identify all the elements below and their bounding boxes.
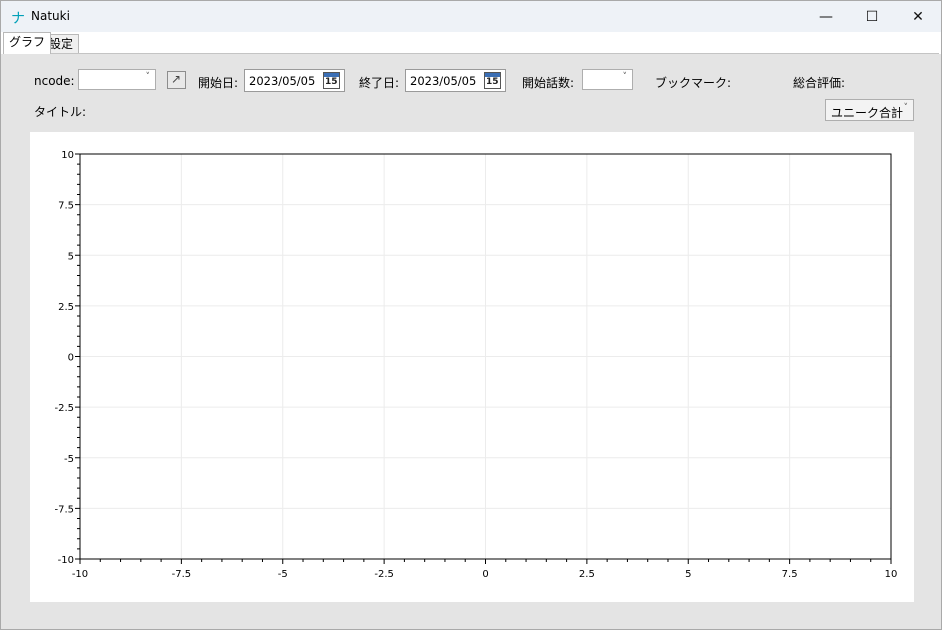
bookmark-label: ブックマーク:: [655, 76, 732, 90]
y-tick-label: -2.5: [54, 403, 74, 414]
x-tick-label: 5: [685, 569, 691, 580]
ncode-combo[interactable]: ˅: [78, 69, 156, 90]
x-tick-label: 0: [482, 569, 488, 580]
y-tick-label: 7.5: [58, 201, 74, 212]
maximize-button[interactable]: ☐: [849, 1, 895, 32]
end-date-picker[interactable]: 2023/05/05 15: [405, 69, 506, 92]
window-title: Natuki: [31, 9, 70, 23]
open-link-button[interactable]: ↗: [167, 71, 186, 89]
start-date-picker[interactable]: 2023/05/05 15: [244, 69, 345, 92]
total-rating-label: 総合評価:: [793, 76, 846, 90]
calendar-day: 15: [325, 77, 338, 87]
y-tick-label: -5: [64, 454, 74, 465]
start-episode-combo[interactable]: ˅: [582, 69, 633, 90]
ncode-label: ncode:: [34, 74, 75, 88]
x-tick-label: 2.5: [579, 569, 595, 580]
mode-select[interactable]: ユニーク合計 ˅: [825, 99, 914, 121]
app-window: ナ Natuki — ☐ ✕ グラフ 設定 ncode: ˅ ↗ 開始日: 20…: [0, 0, 942, 630]
plot-area[interactable]: -10 -7.5 -5 -2.5 0 2.5 5 7.5 10 10 7.5 5 2.5 0 -2.5 -5 -…: [30, 132, 914, 602]
y-tick-label: 0: [68, 353, 74, 364]
start-date-value: 2023/05/05: [249, 74, 316, 88]
chevron-down-icon: ˅: [622, 72, 628, 82]
x-tick-label: -5: [278, 569, 288, 580]
y-tick-label: 10: [61, 150, 74, 161]
mode-select-value: ユニーク合計: [831, 106, 904, 120]
end-date-value: 2023/05/05: [410, 74, 477, 88]
y-tick-label: -10: [58, 555, 74, 566]
app-icon: ナ: [11, 11, 25, 27]
chevron-down-icon: ˅: [903, 103, 909, 113]
title-label: タイトル:: [34, 105, 87, 119]
calendar-icon[interactable]: 15: [484, 72, 501, 89]
tab-strip: グラフ 設定: [1, 32, 941, 54]
x-tick-label: 7.5: [782, 569, 798, 580]
maximize-icon: ☐: [865, 8, 879, 25]
calendar-day: 15: [486, 77, 499, 87]
y-tick-label: -7.5: [54, 504, 74, 515]
start-date-label: 開始日:: [198, 76, 239, 90]
x-tick-label: -10: [72, 569, 88, 580]
x-tick-label: -2.5: [374, 569, 394, 580]
minimize-button[interactable]: —: [803, 1, 849, 32]
y-tick-label: 5: [68, 251, 74, 262]
chart-svg: -10 -7.5 -5 -2.5 0 2.5 5 7.5 10 10 7.5 5 2.5 0 -2.5 -5 -…: [54, 150, 898, 580]
end-date-label: 終了日:: [359, 76, 400, 90]
start-episode-label: 開始話数:: [522, 76, 575, 90]
chevron-down-icon: ˅: [145, 72, 151, 82]
title-bar[interactable]: ナ Natuki — ☐ ✕: [1, 1, 941, 32]
x-tick-label: -7.5: [172, 569, 192, 580]
tab-graph[interactable]: グラフ: [3, 32, 52, 54]
calendar-icon[interactable]: 15: [323, 72, 340, 89]
y-tick-label: 2.5: [58, 302, 74, 313]
external-link-icon: ↗: [171, 72, 182, 86]
x-tick-label: 10: [885, 569, 898, 580]
close-button[interactable]: ✕: [895, 1, 941, 32]
minimize-icon: —: [819, 8, 833, 25]
close-icon: ✕: [912, 8, 924, 25]
